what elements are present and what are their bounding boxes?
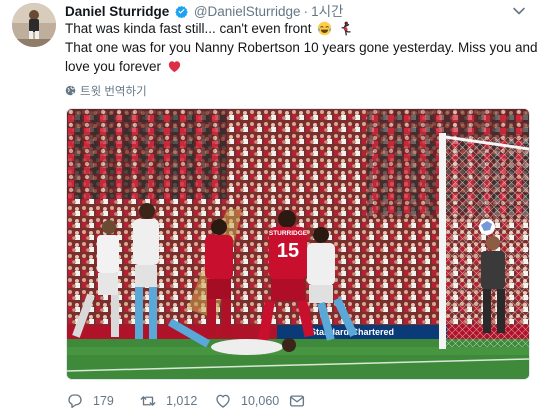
football-photo: Standard Chartered (67, 109, 529, 379)
separator-dot: · (303, 4, 309, 19)
tweet-text: That was kinda fast still... can't even … (65, 19, 538, 76)
joy-emoji-icon (317, 21, 332, 36)
translate-label: 트윗 번역하기 (80, 86, 147, 98)
retweet-icon (140, 396, 156, 406)
heart-emoji-icon (168, 61, 180, 73)
globe-icon (65, 85, 76, 96)
tweet-text-line-1: That was kinda fast still... can't even … (65, 19, 525, 38)
translate-tweet-link[interactable]: 트윗 번역하기 (65, 83, 147, 98)
tweet-actions: 179 1,012 10,060 (66, 391, 536, 411)
shirt-name: STURRIDGE (269, 230, 308, 237)
like-icon (216, 394, 230, 408)
avatar[interactable] (12, 3, 56, 47)
reply-count: 179 (93, 394, 114, 408)
tweet-media-photo[interactable]: Standard Chartered (66, 108, 530, 380)
reply-icon (68, 394, 82, 409)
author-name[interactable]: Daniel Sturridge (65, 4, 169, 19)
like-count: 10,060 (241, 394, 280, 408)
direct-message-icon (289, 395, 305, 407)
tweet-text-line-3: love you forever (65, 57, 525, 76)
tweet-header: Daniel Sturridge @DanielSturridge · 1시간 (65, 4, 343, 20)
tweet-text-line-2: That one was for you Nanny Robertson 10 … (65, 40, 538, 55)
tweet-card[interactable]: Daniel Sturridge @DanielSturridge · 1시간 Th… (0, 0, 540, 416)
avatar-image (12, 3, 56, 47)
tweet-text-line-3-content: love you forever (65, 59, 162, 74)
shirt-number: 15 (277, 240, 299, 262)
timestamp[interactable]: 1시간 (311, 4, 343, 19)
retweet-count: 1,012 (166, 394, 198, 408)
direct-message-button[interactable] (288, 391, 315, 411)
like-button[interactable]: 10,060 (214, 391, 279, 411)
retweet-button[interactable]: 1,012 (139, 391, 197, 411)
tweet-text-line-1-content: That was kinda fast still... can't even … (65, 21, 312, 36)
author-handle[interactable]: @DanielSturridge (194, 4, 301, 19)
reply-button[interactable]: 179 (66, 391, 114, 411)
verified-badge-icon (175, 5, 188, 18)
caret-down-icon[interactable] (512, 4, 526, 18)
dancer-emoji-icon (341, 21, 351, 36)
